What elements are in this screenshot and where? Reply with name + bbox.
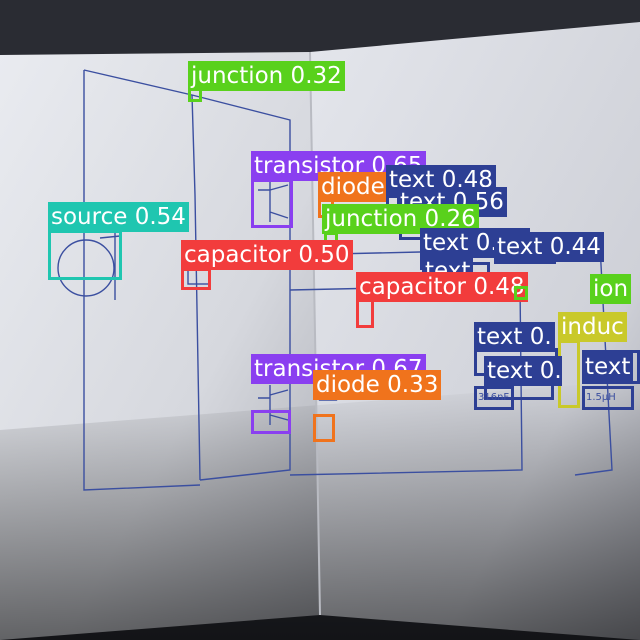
detection-diode-lower-label: diode 0.33 xyxy=(313,370,442,400)
detection-junction-right-label: ion xyxy=(590,274,632,304)
detection-text-lower-a-label: text 0. xyxy=(474,322,555,352)
photo-scene: junction 0.32 transistor 0.65 diode text 0.… xyxy=(0,0,640,640)
detection-transistor-upper-box xyxy=(251,179,293,228)
detection-text-044-label: text 0.44 xyxy=(494,232,604,262)
detection-capacitor-left-box xyxy=(181,268,211,290)
detection-junction-right-box xyxy=(514,286,528,300)
detection-junction-top-label: junction 0.32 xyxy=(188,61,345,91)
detection-source-label: source 0.54 xyxy=(48,202,189,232)
detection-transistor-lower-box xyxy=(251,410,291,434)
detection-diode-upper-label: diode xyxy=(318,172,388,202)
detection-text-lower-c-label: text xyxy=(582,352,634,382)
detection-inductor-label: induc xyxy=(558,312,627,342)
detection-capacitor-right-label: capacitor 0.48 xyxy=(356,272,528,302)
detection-diode-lower-box xyxy=(313,414,335,442)
value-note-316nf: 316nF xyxy=(478,392,510,403)
detection-capacitor-right-box xyxy=(356,298,374,328)
detection-capacitor-left-label: capacitor 0.50 xyxy=(181,240,353,270)
detection-text-lower-b-label: text 0. xyxy=(484,356,562,386)
paper-photo xyxy=(0,0,640,640)
value-note-1-5uh: 1.5µH xyxy=(586,392,616,403)
detection-source-box xyxy=(48,230,122,280)
